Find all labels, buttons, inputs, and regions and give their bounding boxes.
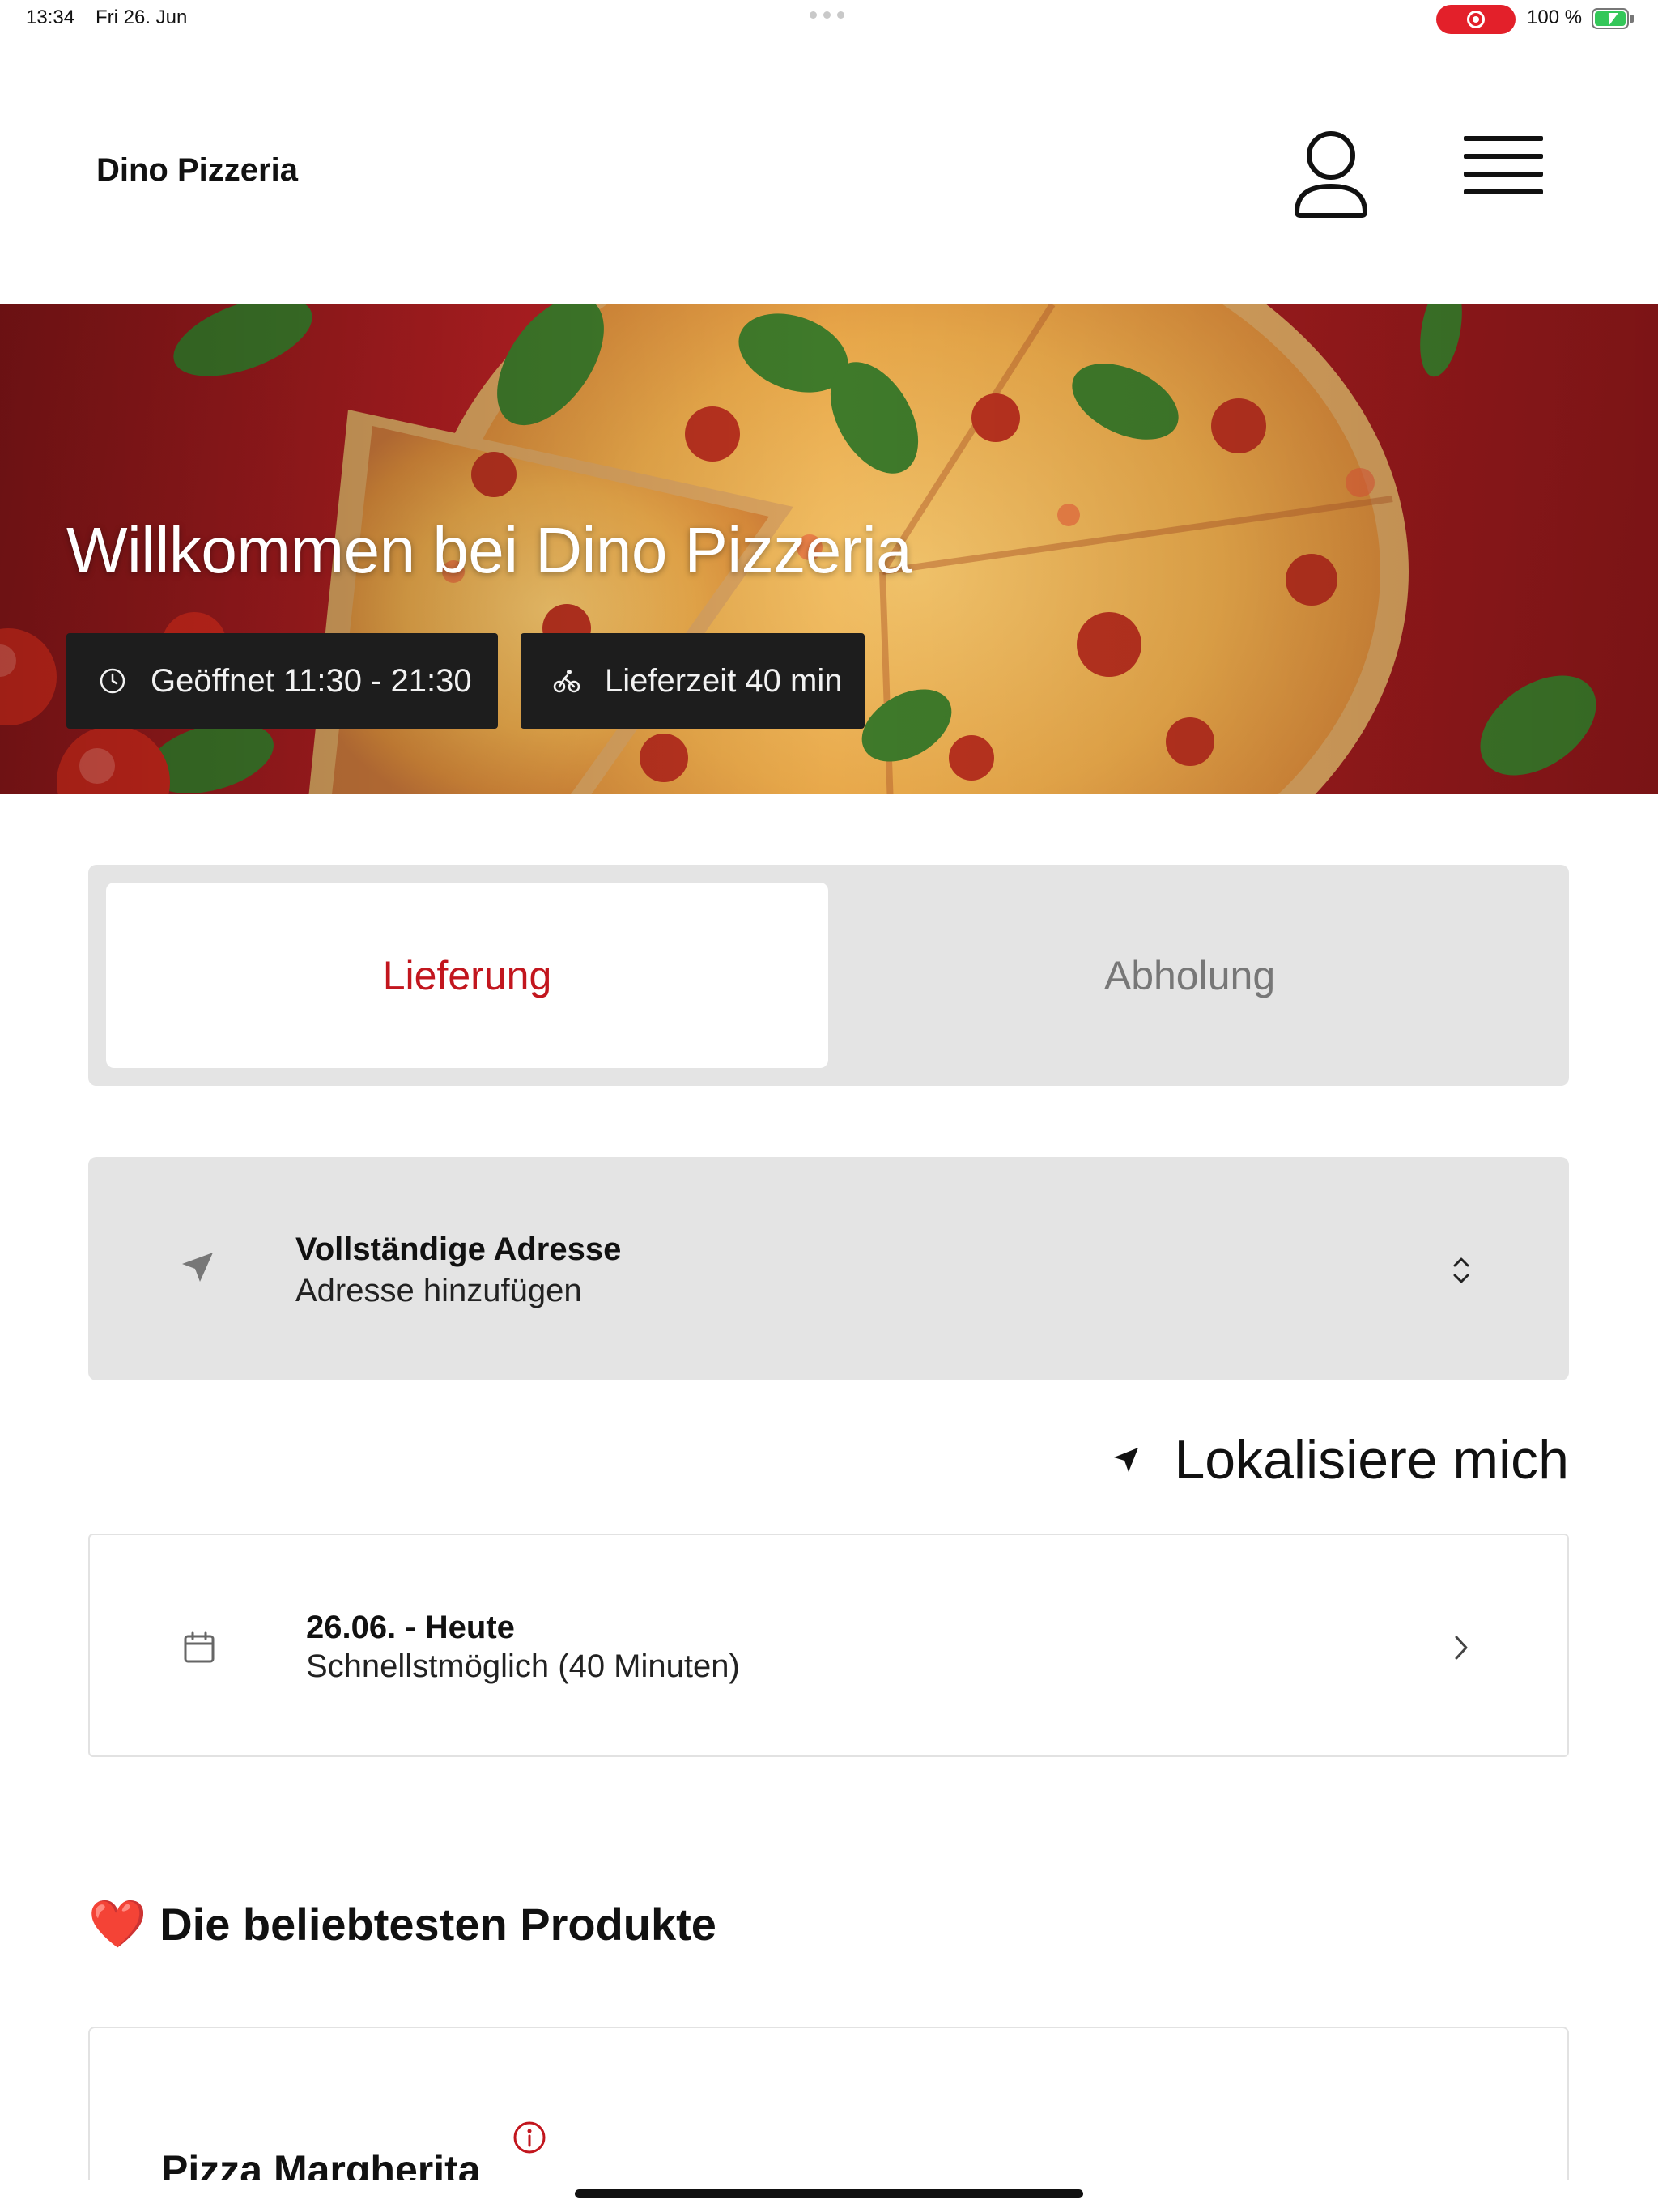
status-bar: 13:34 Fri 26. Jun 100 % bbox=[0, 0, 1658, 39]
delivery-date-subtitle: Schnellstmöglich (40 Minuten) bbox=[306, 1648, 740, 1684]
delivery-date-title: 26.06. - Heute bbox=[306, 1610, 515, 1645]
hamburger-line bbox=[1464, 189, 1543, 194]
chevron-up-down-icon bbox=[1453, 1257, 1469, 1283]
user-account-button[interactable] bbox=[1290, 125, 1371, 222]
brand-logo-text[interactable]: Dino Pizzeria bbox=[96, 152, 298, 189]
locate-me-label: Lokalisiere mich bbox=[1174, 1429, 1569, 1491]
bicycle-icon bbox=[553, 670, 580, 693]
opening-hours-text: Geöffnet 11:30 - 21:30 bbox=[151, 662, 472, 699]
hamburger-line bbox=[1464, 172, 1543, 177]
battery-cap bbox=[1630, 15, 1634, 23]
multitasking-dots-icon[interactable] bbox=[810, 11, 848, 19]
hero-banner: Willkommen bei Dino Pizzeria Geöffnet 11… bbox=[0, 304, 1658, 794]
status-time: 13:34 bbox=[26, 6, 75, 28]
screen-recording-indicator[interactable] bbox=[1436, 5, 1516, 34]
location-arrow-icon bbox=[1114, 1448, 1139, 1472]
hamburger-line bbox=[1464, 154, 1543, 159]
delivery-date-selector[interactable]: 26.06. - Heute Schnellstmöglich (40 Minu… bbox=[88, 1534, 1569, 1757]
locate-me-button[interactable]: Lokalisiere mich bbox=[1106, 1425, 1569, 1495]
home-indicator[interactable] bbox=[575, 2189, 1083, 2198]
location-arrow-icon bbox=[182, 1253, 213, 1282]
chevron-right-icon bbox=[1455, 1636, 1468, 1660]
info-icon[interactable] bbox=[512, 2121, 546, 2155]
battery-icon bbox=[1592, 8, 1629, 29]
record-icon bbox=[1467, 11, 1485, 28]
address-title: Vollständige Adresse bbox=[295, 1231, 622, 1267]
order-mode-selector: Lieferung Abholung bbox=[88, 865, 1569, 1086]
clock-icon bbox=[100, 668, 125, 694]
popular-products-title: Die beliebtesten Produkte bbox=[159, 1899, 716, 1950]
status-date: Fri 26. Jun bbox=[96, 6, 188, 28]
calendar-icon bbox=[184, 1631, 215, 1663]
popular-products-heading: ❤️ Die beliebtesten Produkte bbox=[88, 1896, 716, 1952]
opening-hours-badge: Geöffnet 11:30 - 21:30 bbox=[66, 633, 498, 729]
user-icon bbox=[1295, 131, 1367, 218]
delivery-time-text: Lieferzeit 40 min bbox=[605, 662, 843, 699]
address-selector[interactable]: Vollständige Adresse Adresse hinzufügen bbox=[88, 1157, 1569, 1380]
address-placeholder: Adresse hinzufügen bbox=[295, 1273, 582, 1308]
delivery-time-badge: Lieferzeit 40 min bbox=[521, 633, 865, 729]
battery-percentage: 100 % bbox=[1527, 6, 1583, 28]
tab-pickup[interactable]: Abholung bbox=[828, 883, 1551, 1068]
hamburger-menu-icon bbox=[1464, 136, 1543, 141]
hero-title: Willkommen bei Dino Pizzeria bbox=[66, 514, 912, 586]
heart-icon: ❤️ bbox=[88, 1896, 147, 1951]
tab-delivery[interactable]: Lieferung bbox=[106, 883, 828, 1068]
menu-button[interactable] bbox=[1464, 136, 1550, 209]
